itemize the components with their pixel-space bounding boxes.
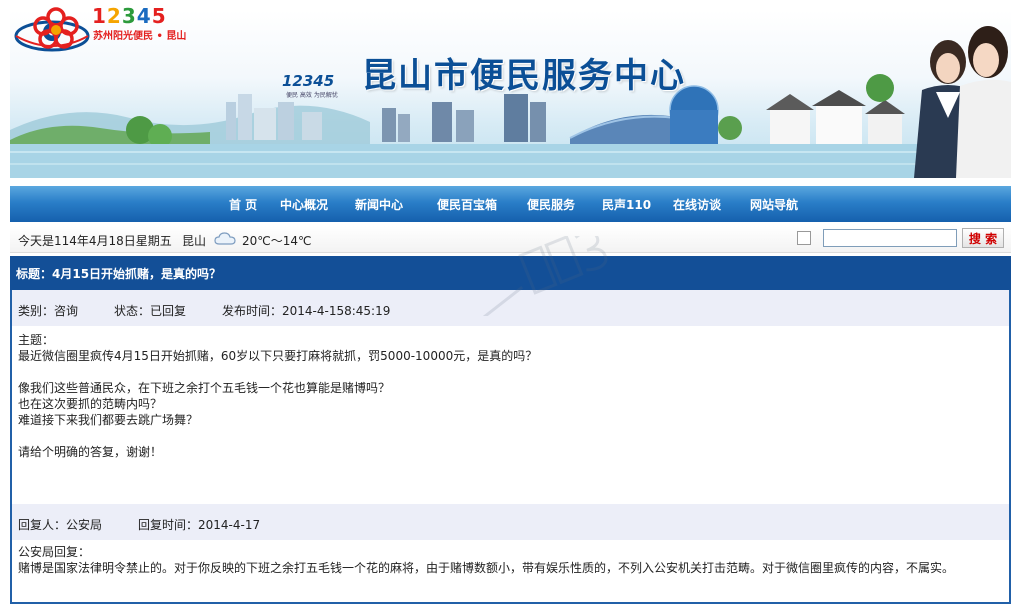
post-body-line: 主题： bbox=[18, 333, 55, 347]
post-body-line: 请给个明确的答复，谢谢！ bbox=[18, 445, 163, 459]
emblem-subtitle: 便民 高效 为民解忧 bbox=[286, 92, 338, 99]
nav-item-home[interactable]: 首 页 bbox=[229, 196, 257, 213]
logo-bar: 12345 苏州阳光便民 • 昆山 bbox=[0, 0, 1021, 49]
reply-time: 回复时间：2014-4-17 bbox=[138, 518, 261, 532]
logo-digit: 5 bbox=[151, 4, 167, 28]
nav-item-toolbox[interactable]: 便民百宝箱 bbox=[437, 196, 497, 213]
post-publish-time: 发布时间：2014-4-158:45:19 bbox=[222, 304, 391, 318]
post-title-bar: 标题：4月15日开始抓赌，是真的吗？ bbox=[10, 256, 1011, 290]
nav-item-sitemap[interactable]: 网站导航 bbox=[750, 196, 798, 213]
reply-line: 赌博是国家法律明令禁止的。对于你反映的下班之余打五毛钱一个花的麻将，由于赌博数额… bbox=[18, 561, 955, 575]
post-body: 主题： 最近微信圈里疯传4月15日开始抓赌，60岁以下只要打麻将就抓，罚5000… bbox=[18, 332, 998, 460]
replier: 回复人：公安局 bbox=[18, 518, 103, 532]
logo-subtitle: 苏州阳光便民 • 昆山 bbox=[93, 31, 187, 42]
post-body-line: 像我们这些普通民众，在下班之余打个五毛钱一个花也算能是赌博吗？ bbox=[18, 381, 391, 395]
reply-body: 公安局回复： 赌博是国家法律明令禁止的。对于你反映的下班之余打五毛钱一个花的麻将… bbox=[18, 544, 998, 576]
nav-item-voice110[interactable]: 民声110 bbox=[602, 196, 651, 213]
nav-item-news[interactable]: 新闻中心 bbox=[355, 196, 403, 213]
current-date: 今天是114年4月18日星期五 bbox=[18, 234, 172, 248]
info-bar: 今天是114年4月18日星期五 昆山 20℃～14℃ 搜 索 bbox=[10, 226, 1011, 253]
logo-number: 12345 bbox=[92, 4, 167, 28]
search-input[interactable] bbox=[823, 229, 957, 247]
weather-city: 昆山 bbox=[182, 234, 207, 248]
emblem-number: 12345 bbox=[282, 72, 335, 90]
post-detail: 标题：4月15日开始抓赌，是真的吗？ 类别：咨询 状态：已回复 发布时间：201… bbox=[10, 256, 1011, 604]
post-body-line: 也在这次要抓的范畴内吗？ bbox=[18, 397, 163, 411]
main-nav: 首 页 中心概况 新闻中心 便民百宝箱 便民服务 民声110 在线访谈 网站导航 bbox=[10, 186, 1011, 222]
post-category: 类别：咨询 bbox=[18, 304, 79, 318]
banner-title: 昆山市便民服务中心 bbox=[362, 56, 686, 96]
post-body-line bbox=[18, 364, 998, 380]
post-body-line bbox=[18, 428, 998, 444]
nav-item-interview[interactable]: 在线访谈 bbox=[673, 196, 721, 213]
post-body-line: 难道接下来我们都要去跳广场舞？ bbox=[18, 413, 199, 427]
post-body-line: 最近微信圈里疯传4月15日开始抓赌，60岁以下只要打麻将就抓，罚5000-100… bbox=[18, 349, 538, 363]
post-status: 状态：已回复 bbox=[114, 304, 187, 318]
cloud-icon bbox=[214, 232, 236, 245]
post-meta: 类别：咨询 状态：已回复 发布时间：2014-4-158:45:19 bbox=[12, 290, 1009, 326]
reply-meta: 回复人：公安局 回复时间：2014-4-17 bbox=[12, 504, 1009, 540]
post-title: 标题：4月15日开始抓赌，是真的吗？ bbox=[16, 267, 222, 281]
flower-logo-icon[interactable] bbox=[30, 6, 82, 50]
logo-digit: 1 bbox=[92, 4, 107, 28]
logo-digit: 3 bbox=[121, 4, 137, 28]
search-button[interactable]: 搜 索 bbox=[962, 228, 1004, 248]
logo-digit: 2 bbox=[106, 4, 122, 28]
logo-digit: 4 bbox=[136, 4, 152, 28]
reply-line: 公安局回复： bbox=[18, 545, 91, 559]
nav-item-about[interactable]: 中心概况 bbox=[280, 196, 328, 213]
temperature: 20℃～14℃ bbox=[242, 234, 312, 248]
nav-item-services[interactable]: 便民服务 bbox=[527, 196, 575, 213]
search-scope-icon[interactable] bbox=[797, 231, 811, 245]
